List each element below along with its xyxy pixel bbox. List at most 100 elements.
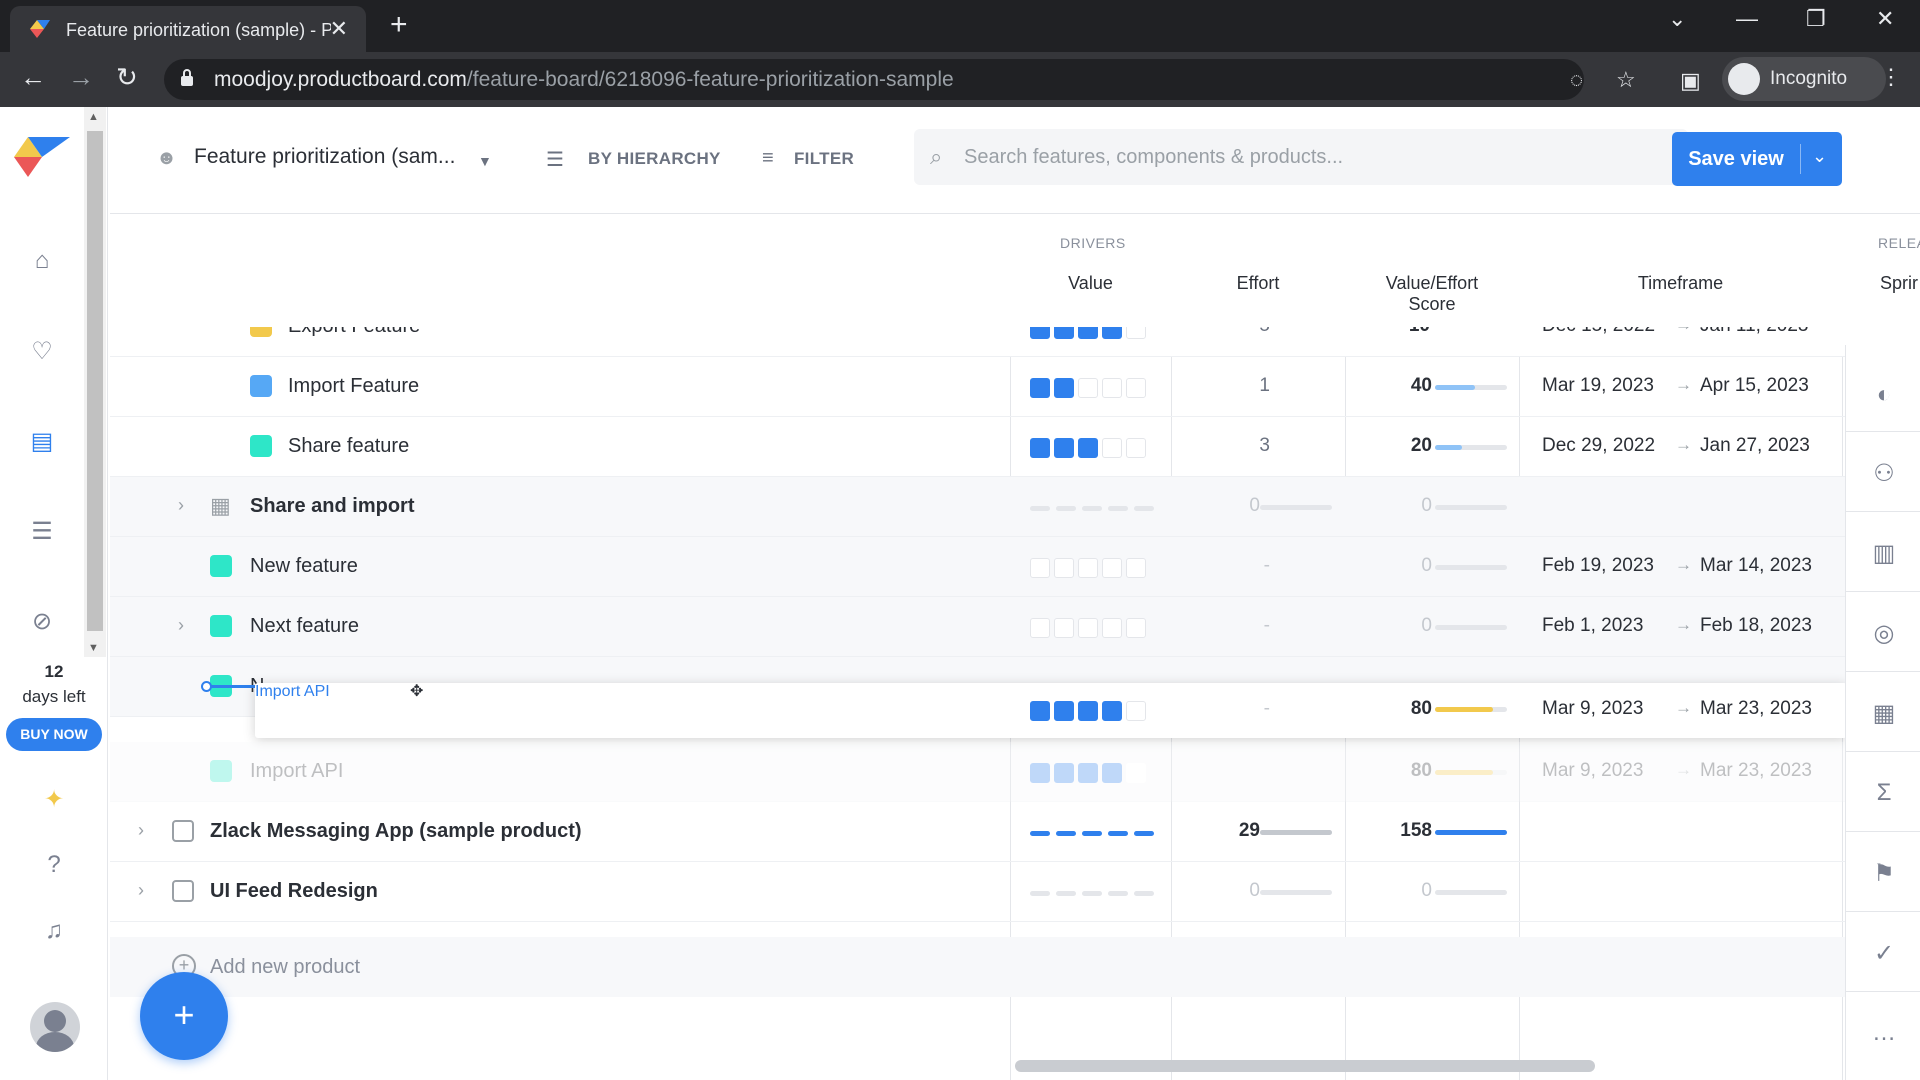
tab-close-icon[interactable]: ✕ [330, 16, 348, 42]
score-column-header[interactable]: Value/Effort Score [1345, 273, 1519, 315]
search-box[interactable]: ⌕ [914, 129, 1688, 185]
table-row[interactable]: › Next feature - 0 Feb 1, 2023 → Feb 18,… [110, 597, 1845, 657]
url-field[interactable]: moodjoy.productboard.com/feature-board/6… [164, 59, 1636, 100]
buy-now-button[interactable]: BUY NOW [6, 718, 102, 751]
board-dropdown-caret-icon[interactable]: ▼ [478, 153, 492, 169]
portal-icon[interactable]: ⊘ [26, 605, 58, 637]
value-column-header[interactable]: Value [1010, 273, 1171, 294]
notifications-bell-icon[interactable]: ♫ [38, 915, 70, 947]
end-date[interactable]: Feb 18, 2023 [1700, 615, 1812, 637]
table-row[interactable]: › UI Feed Redesign 0 0 [110, 862, 1845, 922]
sidebar-scrollbar[interactable]: ▲ ▼ [84, 107, 106, 657]
feature-name[interactable]: Next feature [250, 615, 359, 638]
search-input[interactable] [964, 139, 1664, 175]
incognito-badge[interactable]: Incognito [1722, 57, 1886, 101]
user-insights-icon[interactable]: ⚇ [1870, 459, 1898, 487]
start-date[interactable]: Feb 1, 2023 [1542, 615, 1643, 637]
sprint-column-header[interactable]: Sprir [1880, 273, 1920, 294]
restore-icon[interactable]: ❐ [1806, 6, 1826, 32]
by-hierarchy-button[interactable]: BY HIERARCHY [588, 149, 721, 169]
end-date[interactable]: Mar 14, 2023 [1700, 555, 1812, 577]
expand-chevron-icon[interactable]: › [138, 820, 144, 841]
incognito-label: Incognito [1770, 68, 1848, 89]
minimize-icon[interactable]: — [1736, 6, 1758, 32]
eye-off-icon[interactable]: ◌ [1570, 67, 1583, 93]
start-date[interactable]: Dec 15, 2022 [1542, 327, 1655, 337]
pie-chart-icon[interactable]: ◐ [1870, 381, 1898, 409]
value-bars[interactable] [1030, 438, 1146, 458]
timeframe-column-header[interactable]: Timeframe [1519, 273, 1842, 294]
roadmap-icon[interactable]: ☰ [26, 515, 58, 547]
end-date[interactable]: Apr 15, 2023 [1700, 375, 1809, 397]
value-bars[interactable] [1030, 558, 1146, 578]
table-row[interactable]: Import Feature 1 40 Mar 19, 2023 → Apr 1… [110, 357, 1845, 417]
productboard-logo[interactable] [14, 137, 70, 177]
start-date[interactable]: Mar 19, 2023 [1542, 375, 1654, 397]
score-value: 10 [1390, 327, 1430, 337]
dragged-feature-card[interactable]: Import API - 80 Mar 9, 2023 → Mar 23, 20… [255, 683, 1847, 738]
effort-value[interactable]: - [1240, 615, 1270, 637]
more-icon[interactable]: … [1870, 1019, 1898, 1047]
table-row[interactable]: › Zlack Messaging App (sample product) 2… [110, 802, 1845, 862]
save-view-button[interactable]: Save view ⌄ [1672, 132, 1842, 186]
scroll-thumb[interactable] [87, 131, 103, 631]
tab-search-icon[interactable]: ⌄ [1668, 6, 1686, 32]
flag-icon[interactable]: ⚑ [1870, 859, 1898, 887]
new-tab-icon[interactable]: + [390, 8, 408, 42]
score-value: 20 [1410, 435, 1432, 456]
reload-icon[interactable]: ↻ [116, 62, 138, 93]
effort-value[interactable]: 3 [1240, 435, 1270, 457]
product-name[interactable]: UI Feed Redesign [210, 880, 378, 903]
help-icon[interactable]: ? [38, 849, 70, 881]
value-bars[interactable] [1030, 618, 1146, 638]
user-avatar[interactable] [30, 1002, 80, 1052]
end-date[interactable]: Jan 11, 2023 [1700, 327, 1808, 337]
start-date[interactable]: Dec 29, 2022 [1542, 435, 1655, 457]
features-board-icon[interactable]: ▤ [26, 425, 58, 457]
table-icon[interactable]: ▦ [1870, 699, 1898, 727]
start-date[interactable]: Feb 19, 2023 [1542, 555, 1654, 577]
scroll-up-icon[interactable]: ▲ [88, 111, 99, 123]
horizontal-scrollbar[interactable] [1015, 1060, 1595, 1072]
sparkle-icon[interactable]: ✦ [38, 783, 70, 815]
feature-name[interactable]: New feature [250, 555, 358, 578]
target-icon[interactable]: ◎ [1870, 619, 1898, 647]
side-panel-icon[interactable]: ▣ [1680, 68, 1701, 94]
add-new-product-row[interactable]: + Add new product [110, 937, 1845, 997]
effort-value[interactable]: - [1240, 555, 1270, 577]
effort-column-header[interactable]: Effort [1171, 273, 1345, 294]
value-bars[interactable] [1030, 378, 1146, 398]
company-icon[interactable]: ▥ [1870, 539, 1898, 567]
scroll-down-icon[interactable]: ▼ [88, 642, 99, 654]
expand-chevron-icon[interactable]: › [178, 495, 184, 516]
window-close-icon[interactable]: ✕ [1876, 6, 1894, 32]
effort-value[interactable]: 1 [1240, 375, 1270, 397]
table-row[interactable]: Export Feature 5 10 Dec 15, 2022 → Jan 1… [110, 327, 1845, 357]
product-name[interactable]: Zlack Messaging App (sample product) [210, 820, 582, 843]
board-name-dropdown[interactable]: Feature prioritization (sam... [194, 145, 455, 169]
check-circle-icon[interactable]: ✓ [1870, 939, 1898, 967]
browser-menu-icon[interactable]: ⋮ [1880, 64, 1902, 90]
table-row[interactable]: New feature - 0 Feb 19, 2023 → Mar 14, 2… [110, 537, 1845, 597]
star-icon[interactable]: ☆ [1616, 67, 1636, 93]
end-date[interactable]: Jan 27, 2023 [1700, 435, 1810, 457]
component-name[interactable]: Share and import [250, 495, 414, 518]
add-fab-button[interactable]: + [140, 972, 228, 1060]
expand-chevron-icon[interactable]: › [138, 880, 144, 901]
sigma-icon[interactable]: Σ [1870, 779, 1898, 807]
insights-icon[interactable]: ♡ [26, 335, 58, 367]
table-row[interactable]: Share feature 3 20 Dec 29, 2022 → Jan 27… [110, 417, 1845, 477]
browser-tab[interactable]: Feature prioritization (sample) - P ✕ [10, 6, 366, 52]
filter-button[interactable]: FILTER [794, 149, 854, 169]
feature-name[interactable]: Share feature [288, 435, 409, 458]
feature-name[interactable]: Import Feature [288, 375, 419, 398]
url-text: moodjoy.productboard.com/feature-board/6… [214, 68, 954, 92]
expand-chevron-icon[interactable]: › [178, 615, 184, 636]
table-row[interactable]: › ▦ Share and import 0 0 [110, 477, 1845, 537]
arrow-right-icon: → [1675, 375, 1692, 394]
forward-icon[interactable]: → [68, 62, 94, 93]
feature-name[interactable]: Export Feature [288, 327, 420, 338]
home-icon[interactable]: ⌂ [26, 245, 58, 277]
back-icon[interactable]: ← [20, 62, 46, 93]
save-view-dropdown-icon[interactable]: ⌄ [1812, 146, 1827, 167]
